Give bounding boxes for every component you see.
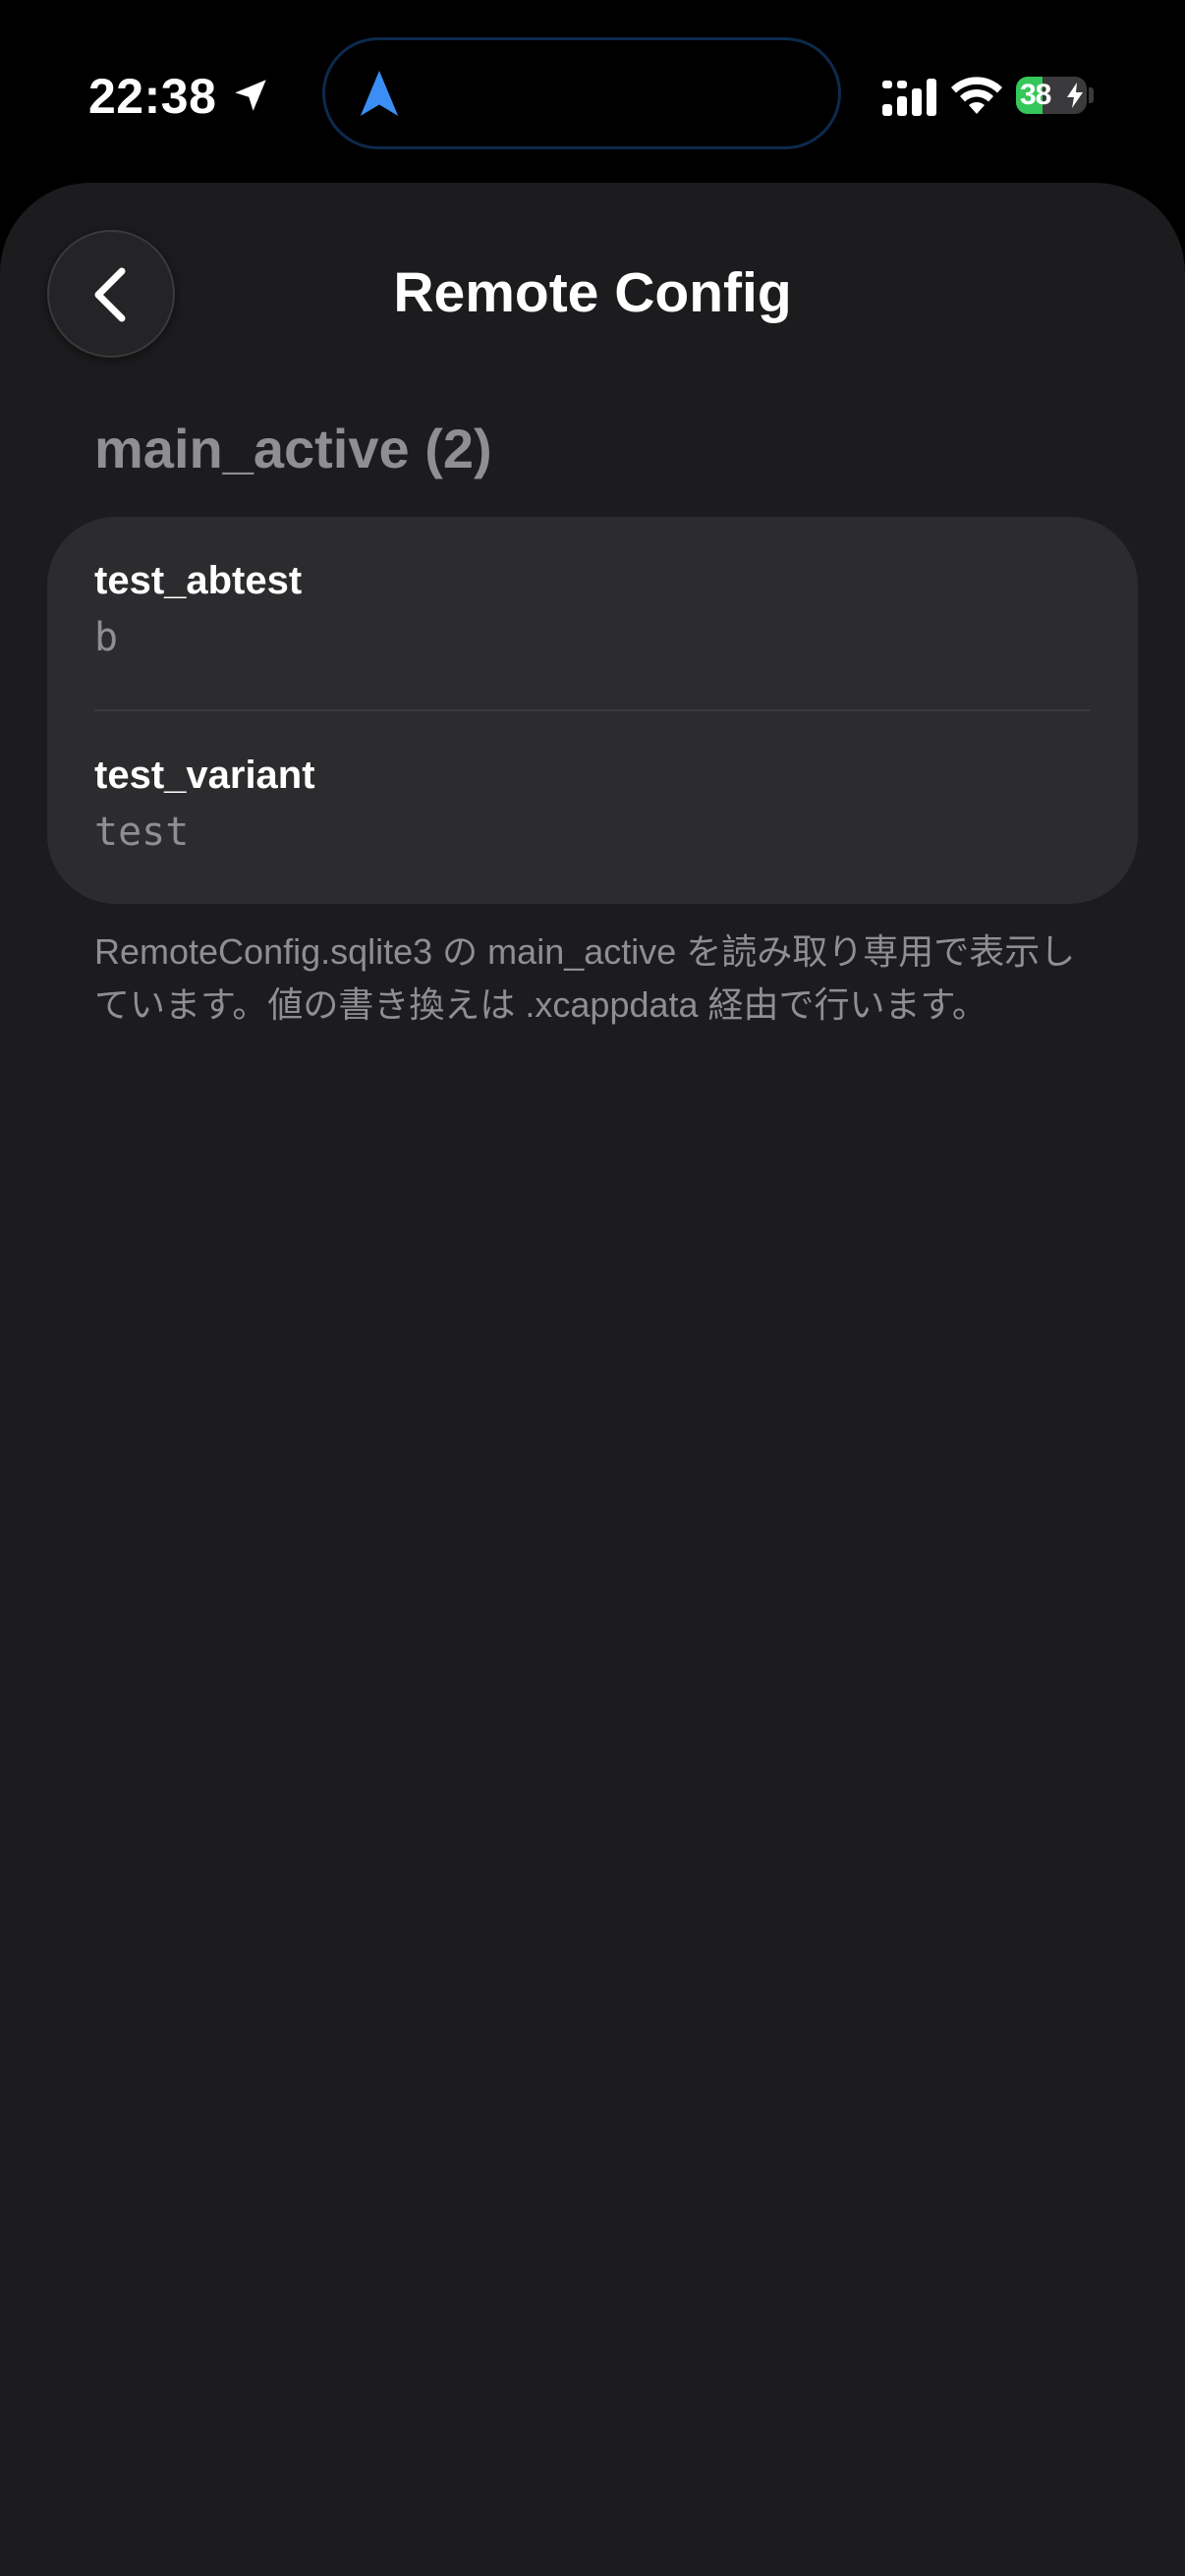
- cellular-signal-icon: [882, 79, 936, 116]
- entry-value: b: [94, 615, 119, 660]
- config-entries-card: test_abtest b test_variant test: [47, 517, 1138, 904]
- status-time: 22:38: [88, 69, 217, 124]
- entry-value: test: [94, 810, 190, 855]
- navigation-arrow-icon: [360, 71, 399, 116]
- battery-tip: [1089, 87, 1094, 103]
- dynamic-island[interactable]: [322, 37, 841, 149]
- remote-config-sheet: Remote Config main_active (2) test_abtes…: [0, 183, 1185, 2576]
- section-header: main_active (2): [94, 418, 492, 479]
- section-footnote: RemoteConfig.sqlite3 の main_active を読み取り…: [94, 931, 1076, 1025]
- entry-key: test_abtest: [94, 559, 303, 602]
- status-bar: 22:38 38: [0, 0, 1185, 187]
- list-item[interactable]: test_variant test: [94, 711, 1091, 898]
- charging-bolt-icon: [1067, 83, 1083, 108]
- list-item[interactable]: test_abtest b: [94, 517, 1091, 703]
- entry-key: test_variant: [94, 754, 315, 797]
- location-arrow-icon: [235, 80, 266, 111]
- page-title: Remote Config: [393, 261, 792, 324]
- wifi-icon: [951, 77, 1002, 114]
- battery-level: 38: [1020, 79, 1051, 111]
- battery-icon: 38: [1016, 77, 1087, 114]
